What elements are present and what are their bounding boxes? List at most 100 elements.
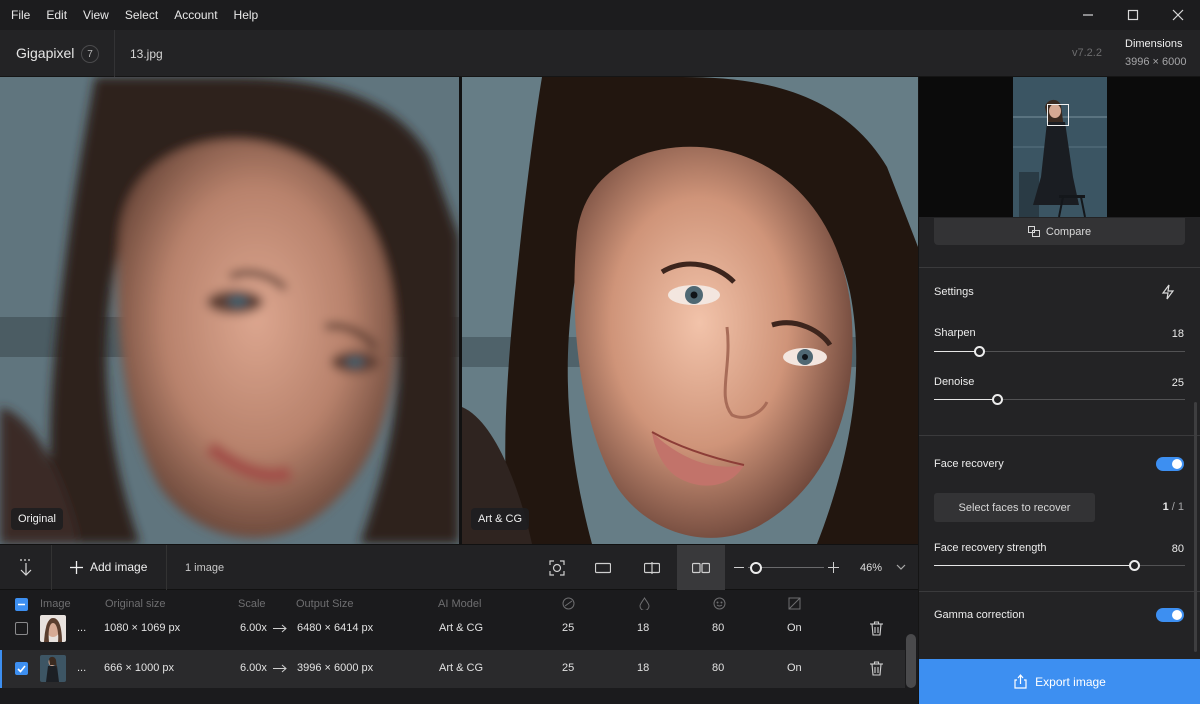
navigator-viewport[interactable] (1047, 104, 1069, 126)
single-view-icon (595, 562, 611, 574)
panel-scrollbar[interactable] (1194, 402, 1197, 652)
title-divider (114, 30, 115, 77)
scale[interactable]: 6.00x (240, 622, 267, 634)
gamma-correction-toggle[interactable] (1156, 608, 1184, 622)
menu-help[interactable]: Help (226, 0, 267, 30)
column-output-size: Output Size (296, 598, 354, 610)
zoom-out-button[interactable] (734, 567, 744, 568)
menu-select[interactable]: Select (117, 0, 166, 30)
dimensions-value: 3996 × 6000 (1125, 56, 1187, 68)
menu-account[interactable]: Account (166, 0, 225, 30)
original-size: 666 × 1000 px (104, 662, 175, 674)
side-by-side-icon (692, 562, 710, 574)
face-value: 80 (712, 662, 725, 674)
column-original-size: Original size (105, 598, 166, 610)
chevron-down-icon[interactable] (896, 562, 906, 572)
denoise-column-icon (639, 597, 650, 610)
gamma-correction-label: Gamma correction (934, 609, 1025, 621)
preview-area[interactable]: Original Art & CG (0, 77, 918, 544)
download-arrow-icon (19, 559, 32, 576)
add-image-label: Add image (90, 560, 148, 574)
plus-icon (70, 560, 83, 574)
arrow-right-icon (273, 664, 287, 673)
denoise-slider[interactable] (934, 394, 1185, 405)
export-label: Export image (1035, 674, 1106, 689)
face-strength-slider[interactable] (934, 560, 1185, 571)
split-view-button[interactable] (628, 545, 676, 591)
queue-toolbar: Add image 1 image 46% (0, 544, 918, 591)
face-recovery-toggle[interactable] (1156, 457, 1184, 471)
face-detect-button[interactable] (533, 545, 581, 591)
gamma-column-icon (788, 597, 801, 610)
zoom-value[interactable]: 46% (860, 562, 882, 574)
model-label: Art & CG (471, 508, 530, 530)
zoom-slider-thumb[interactable] (750, 562, 762, 574)
window-controls (1065, 0, 1200, 30)
app-badge[interactable]: 7 (81, 45, 99, 63)
menu-bar: File Edit View Select Account Help (0, 0, 1200, 30)
sharpen-value: 25 (562, 662, 575, 674)
sharpen-label: Sharpen (934, 327, 976, 339)
table-scrollbar[interactable] (906, 634, 916, 688)
close-button[interactable] (1155, 0, 1200, 30)
sharpen-slider-thumb[interactable] (974, 346, 985, 357)
faces-selected: 1 (1162, 501, 1169, 513)
close-icon (1172, 9, 1183, 21)
maximize-button[interactable] (1110, 0, 1155, 30)
menu-view[interactable]: View (75, 0, 117, 30)
lightning-icon[interactable] (1161, 284, 1175, 300)
faces-total: / 1 (1171, 501, 1184, 513)
table-row[interactable]: ... 1080 × 1069 px 6.00x 6480 × 6414 px … (0, 610, 905, 648)
add-image-button[interactable]: Add image (70, 560, 147, 574)
section-divider (919, 267, 1200, 268)
export-icon (1014, 674, 1027, 689)
faces-count: 1 / 1 (1163, 501, 1184, 513)
enhanced-preview[interactable]: Art & CG (462, 77, 918, 544)
denoise-slider-fill (934, 399, 998, 400)
side-by-side-view-button[interactable] (677, 545, 725, 591)
minimize-button[interactable] (1065, 0, 1110, 30)
single-view-button[interactable] (579, 545, 627, 591)
menu-file[interactable]: File (0, 0, 38, 30)
ai-model: Art & CG (439, 622, 484, 634)
select-faces-button[interactable]: Select faces to recover (934, 493, 1095, 522)
output-size: 6480 × 6414 px (297, 622, 374, 634)
section-divider (919, 435, 1200, 436)
trash-icon[interactable] (870, 621, 883, 636)
import-button[interactable] (0, 545, 52, 591)
compare-button[interactable]: Compare (934, 218, 1185, 245)
row-checkbox[interactable] (15, 622, 28, 635)
settings-panel: Compare Settings Sharpen 18 Denoise 25 F… (918, 77, 1200, 704)
face-strength-value: 80 (1171, 543, 1184, 555)
zoom-in-button[interactable] (828, 562, 839, 573)
output-size: 3996 × 6000 px (297, 662, 374, 674)
sharpen-slider[interactable] (934, 346, 1185, 357)
indeterminate-icon (18, 603, 25, 606)
scale[interactable]: 6.00x (240, 662, 267, 674)
original-preview[interactable]: Original (0, 77, 459, 544)
ai-model: Art & CG (439, 662, 484, 674)
dimensions-label: Dimensions (1125, 38, 1183, 50)
row-more[interactable]: ... (77, 622, 86, 634)
gamma-value: On (787, 662, 802, 674)
compare-icon (1027, 226, 1040, 237)
face-value: 80 (712, 622, 725, 634)
settings-title: Settings (934, 286, 974, 298)
image-thumbnail (40, 655, 66, 682)
face-recovery-label: Face recovery (934, 458, 1004, 470)
app-name: Gigapixel (16, 45, 75, 61)
face-strength-slider-thumb[interactable] (1129, 560, 1140, 571)
denoise-label: Denoise (934, 376, 975, 388)
column-ai-model: AI Model (438, 598, 482, 610)
row-checkbox[interactable] (15, 662, 28, 675)
toolbar-divider (166, 545, 167, 591)
table-row[interactable]: ... 666 × 1000 px 6.00x 3996 × 6000 px A… (0, 650, 905, 688)
row-more[interactable]: ... (77, 662, 86, 674)
menu-edit[interactable]: Edit (38, 0, 75, 30)
file-name: 13.jpg (130, 47, 163, 61)
trash-icon[interactable] (870, 661, 883, 676)
denoise-slider-thumb[interactable] (992, 394, 1003, 405)
title-bar: Gigapixel 7 13.jpg v7.2.2 Dimensions 399… (0, 30, 1200, 77)
export-image-button[interactable]: Export image (919, 659, 1200, 704)
navigator[interactable] (919, 77, 1200, 217)
